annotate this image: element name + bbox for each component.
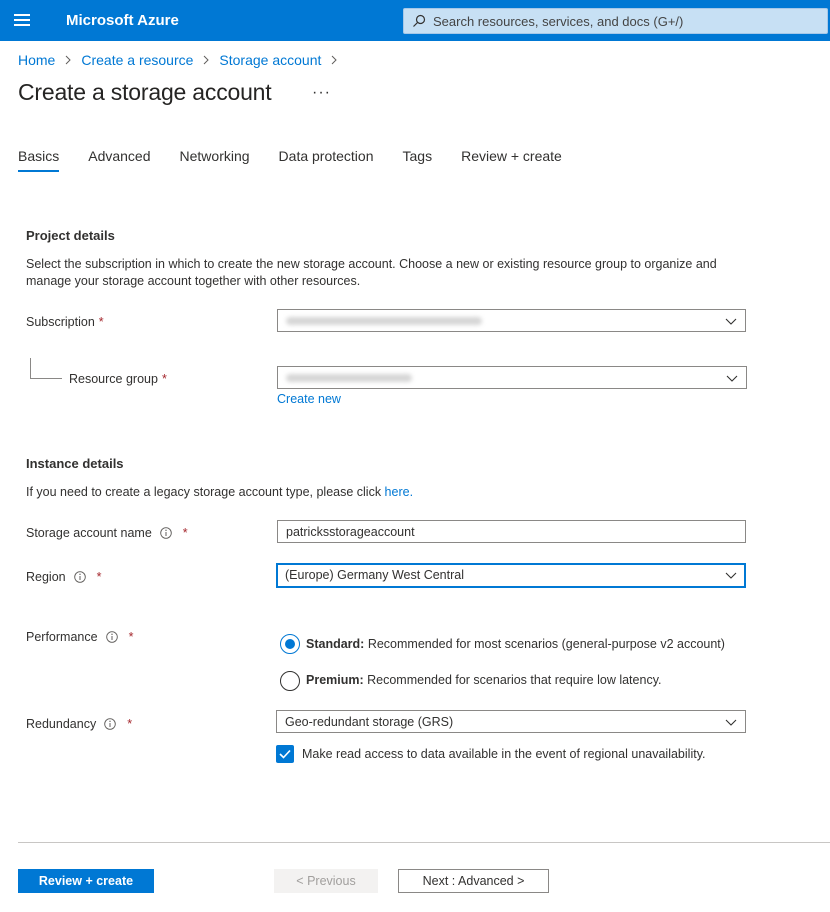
breadcrumb-storage-account[interactable]: Storage account bbox=[219, 52, 321, 68]
page-title: Create a storage account bbox=[18, 79, 272, 105]
chevron-down-icon bbox=[725, 572, 737, 579]
search-icon bbox=[413, 14, 426, 27]
read-access-label: Make read access to data available in th… bbox=[302, 747, 706, 761]
brand-title[interactable]: Microsoft Azure bbox=[66, 12, 179, 29]
menu-icon[interactable] bbox=[14, 14, 30, 26]
more-options-icon[interactable]: ··· bbox=[312, 84, 331, 102]
required-mark: * bbox=[127, 717, 133, 731]
storage-account-name-label: Storage account name * bbox=[26, 526, 188, 540]
region-label: Region * bbox=[26, 570, 102, 584]
chevron-down-icon bbox=[726, 375, 738, 382]
tree-connector bbox=[30, 358, 62, 379]
performance-premium-text: Premium: Recommended for scenarios that … bbox=[306, 673, 662, 687]
instance-details-description: If you need to create a legacy storage a… bbox=[26, 485, 414, 499]
info-icon[interactable] bbox=[104, 718, 116, 730]
subscription-label: Subscription * bbox=[26, 315, 104, 329]
resource-group-select[interactable] bbox=[277, 366, 747, 389]
info-icon[interactable] bbox=[73, 571, 86, 583]
tab-networking[interactable]: Networking bbox=[180, 148, 250, 172]
review-create-button[interactable]: Review + create bbox=[18, 869, 154, 893]
required-mark: * bbox=[96, 570, 102, 584]
tab-data-protection[interactable]: Data protection bbox=[279, 148, 374, 172]
info-icon[interactable] bbox=[160, 527, 172, 539]
chevron-right-icon bbox=[332, 55, 338, 65]
chevron-down-icon bbox=[725, 318, 737, 325]
tab-bar: Basics Advanced Networking Data protecti… bbox=[18, 148, 591, 172]
chevron-down-icon bbox=[725, 719, 737, 726]
breadcrumb: Home Create a resource Storage account bbox=[18, 52, 347, 68]
breadcrumb-home[interactable]: Home bbox=[18, 52, 55, 68]
chevron-right-icon bbox=[204, 55, 210, 65]
instance-details-title: Instance details bbox=[26, 456, 124, 471]
project-details-title: Project details bbox=[26, 228, 115, 243]
performance-premium-radio[interactable] bbox=[280, 671, 300, 691]
region-value: (Europe) Germany West Central bbox=[285, 568, 464, 582]
redacted-value bbox=[286, 374, 412, 382]
footer-divider bbox=[18, 842, 830, 843]
redundancy-select[interactable]: Geo-redundant storage (GRS) bbox=[276, 710, 746, 733]
performance-standard-radio[interactable] bbox=[280, 634, 300, 654]
subscription-select[interactable] bbox=[277, 309, 746, 332]
tab-basics[interactable]: Basics bbox=[18, 148, 60, 172]
read-access-checkbox[interactable] bbox=[276, 745, 294, 763]
next-advanced-button[interactable]: Next : Advanced > bbox=[398, 869, 549, 893]
chevron-right-icon bbox=[66, 55, 72, 65]
top-bar: Microsoft Azure bbox=[0, 0, 830, 41]
resource-group-label: Resource group * bbox=[69, 372, 167, 386]
region-select[interactable]: (Europe) Germany West Central bbox=[276, 563, 746, 588]
tab-review-create[interactable]: Review + create bbox=[461, 148, 562, 172]
tab-advanced[interactable]: Advanced bbox=[88, 148, 150, 172]
performance-label: Performance * bbox=[26, 630, 134, 644]
required-mark: * bbox=[161, 372, 167, 386]
legacy-account-link[interactable]: here. bbox=[385, 485, 414, 499]
required-mark: * bbox=[98, 315, 104, 329]
redundancy-value: Geo-redundant storage (GRS) bbox=[285, 715, 454, 729]
previous-button[interactable]: < Previous bbox=[274, 869, 378, 893]
storage-account-name-input[interactable] bbox=[277, 520, 746, 543]
project-details-description: Select the subscription in which to crea… bbox=[26, 257, 717, 288]
create-new-resource-group-link[interactable]: Create new bbox=[277, 392, 341, 406]
performance-standard-text: Standard: Recommended for most scenarios… bbox=[306, 637, 725, 651]
breadcrumb-create-resource[interactable]: Create a resource bbox=[81, 52, 193, 68]
search-input[interactable] bbox=[433, 9, 823, 33]
checkmark-icon bbox=[279, 749, 291, 759]
required-mark: * bbox=[128, 630, 134, 644]
global-search[interactable] bbox=[403, 8, 828, 34]
required-mark: * bbox=[182, 526, 188, 540]
redacted-value bbox=[286, 317, 482, 325]
tab-tags[interactable]: Tags bbox=[403, 148, 433, 172]
redundancy-label: Redundancy * bbox=[26, 717, 133, 731]
info-icon[interactable] bbox=[105, 631, 118, 643]
